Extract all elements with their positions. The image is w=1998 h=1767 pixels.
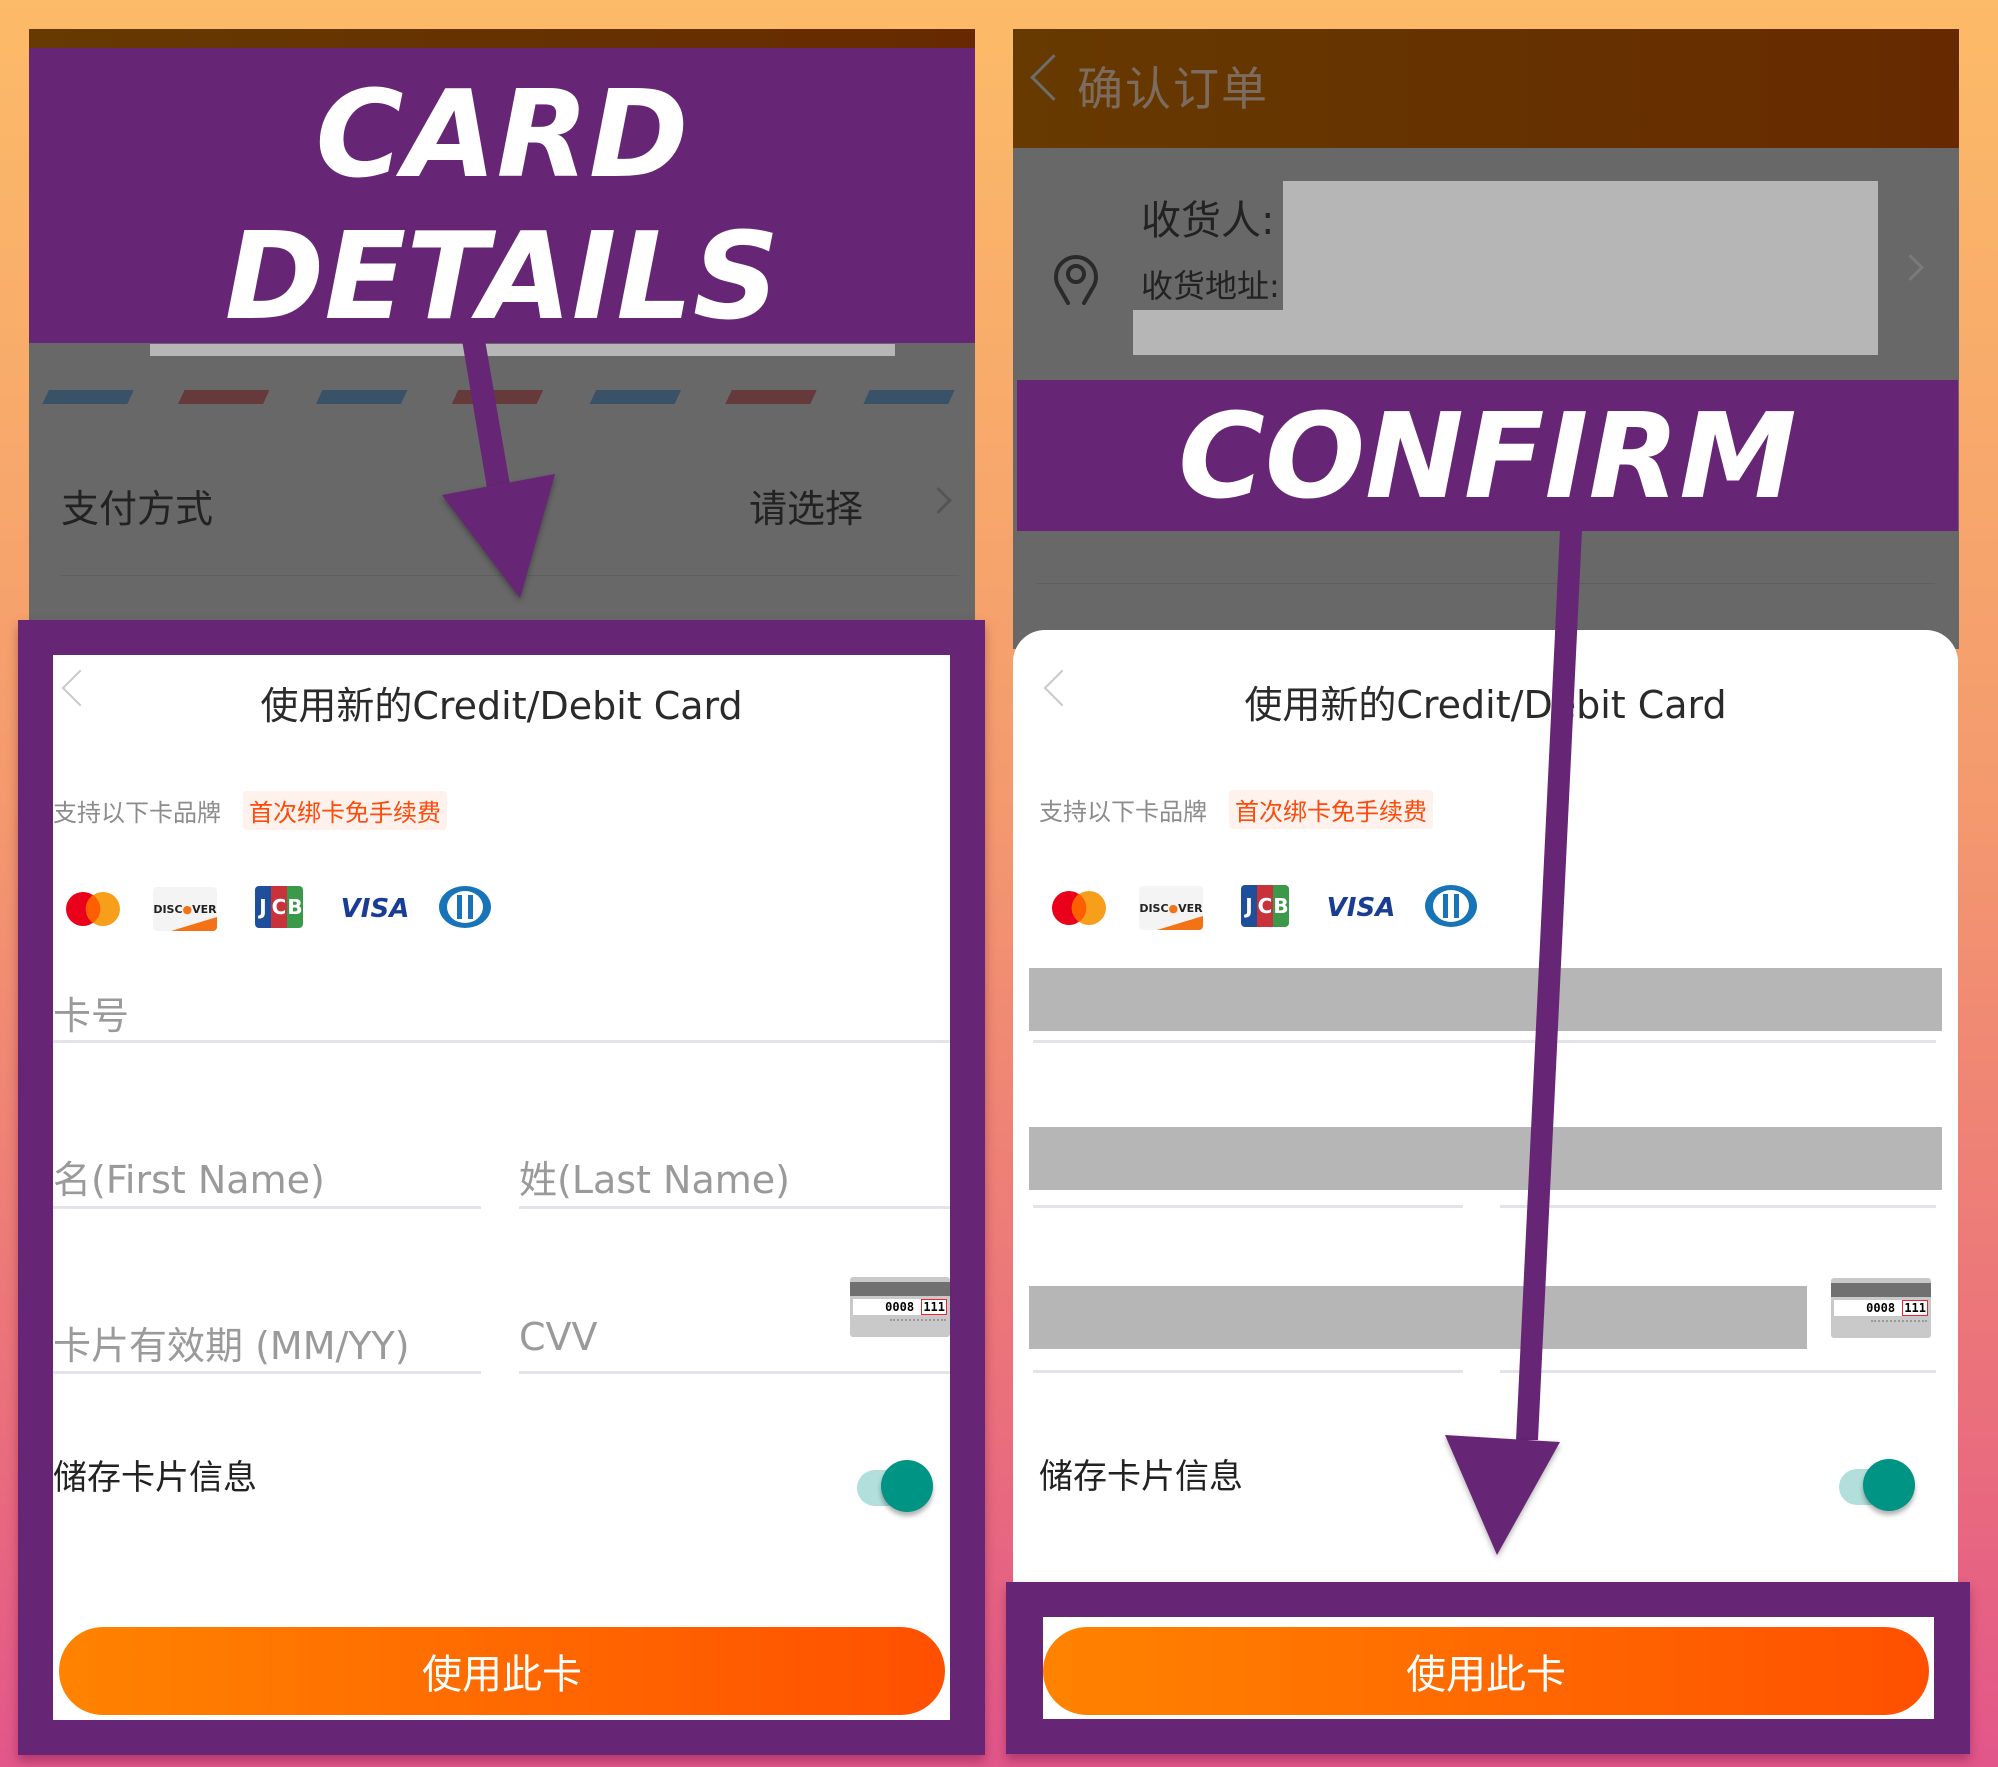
cvv-hint-code: 111 bbox=[1902, 1300, 1928, 1316]
first-name-input[interactable]: 名(First Name) bbox=[53, 1135, 481, 1205]
visa-icon: VISA bbox=[340, 894, 410, 924]
down-arrow-annotation bbox=[442, 340, 555, 598]
chevron-right-icon bbox=[1897, 254, 1924, 281]
expiry-placeholder: 卡片有效期 (MM/YY) bbox=[53, 1324, 410, 1368]
mastercard-icon bbox=[1051, 886, 1107, 930]
expiry-input-redacted[interactable] bbox=[1029, 1286, 1807, 1349]
cvv-hint-card-icon: 0008 111 bbox=[850, 1277, 950, 1337]
promo-badge: 首次绑卡免手续费 bbox=[1229, 790, 1433, 829]
order-confirm-title: 确认订单 bbox=[1077, 62, 1269, 116]
save-card-label: 储存卡片信息 bbox=[53, 1458, 257, 1498]
save-card-label: 储存卡片信息 bbox=[1039, 1457, 1243, 1497]
use-card-button[interactable]: 使用此卡 bbox=[59, 1627, 945, 1715]
card-number-placeholder: 卡号 bbox=[53, 994, 130, 1038]
banner-line-2: DETAILS bbox=[224, 208, 780, 347]
card-number-underline bbox=[53, 1040, 950, 1043]
arrow-head bbox=[442, 474, 555, 598]
arrow-head bbox=[1445, 1435, 1560, 1555]
address-label: 收货地址: bbox=[1141, 267, 1280, 305]
supported-brands-label: 支持以下卡品牌 bbox=[53, 799, 221, 827]
jcb-icon: JCB bbox=[1239, 884, 1291, 928]
jcb-icon: JCB bbox=[253, 885, 305, 929]
supported-brands-label: 支持以下卡品牌 bbox=[1039, 798, 1207, 826]
last-name-input[interactable]: 姓(Last Name) bbox=[519, 1135, 950, 1205]
confirm-banner: CONFIRM bbox=[1017, 380, 1958, 531]
arrow-shaft bbox=[462, 340, 510, 488]
save-card-toggle[interactable] bbox=[1839, 1459, 1915, 1511]
down-arrow-annotation bbox=[1445, 530, 1582, 1555]
visa-icon: VISA bbox=[1326, 893, 1396, 923]
redacted-address-info bbox=[1133, 310, 1878, 355]
cvv-hint-number: 0008 bbox=[1866, 1301, 1896, 1315]
arrow-shaft bbox=[1516, 530, 1582, 1440]
chevron-right-icon bbox=[925, 487, 952, 514]
last-name-placeholder: 姓(Last Name) bbox=[519, 1158, 790, 1202]
sheet-title: 使用新的Credit/Debit Card bbox=[260, 684, 743, 728]
first-name-underline bbox=[1033, 1205, 1463, 1208]
card-details-sheet-left: 使用新的Credit/Debit Card 支持以下卡品牌 首次绑卡免手续费 D… bbox=[53, 655, 950, 1720]
right-header-bar: 确认订单 bbox=[1013, 29, 1959, 148]
confirm-banner-text: CONFIRM bbox=[1178, 387, 1797, 525]
cvv-placeholder: CVV bbox=[519, 1315, 598, 1359]
mastercard-icon bbox=[65, 887, 121, 931]
expiry-underline bbox=[53, 1371, 481, 1374]
expiry-underline bbox=[1033, 1370, 1463, 1373]
card-number-input[interactable]: 卡号 bbox=[53, 965, 950, 1045]
banner-line-1: CARD bbox=[315, 66, 689, 205]
use-card-button[interactable]: 使用此卡 bbox=[1043, 1627, 1929, 1715]
promo-badge: 首次绑卡免手续费 bbox=[243, 791, 447, 830]
payment-method-select[interactable]: 请选择 bbox=[749, 469, 959, 531]
back-chevron-icon[interactable] bbox=[1030, 54, 1077, 101]
first-name-placeholder: 名(First Name) bbox=[53, 1158, 325, 1202]
cvv-hint-code: 111 bbox=[921, 1299, 947, 1315]
cvv-input[interactable]: CVV bbox=[519, 1295, 819, 1371]
discover-icon: DISC ● VER bbox=[153, 887, 217, 931]
expiry-input[interactable]: 卡片有效期 (MM/YY) bbox=[53, 1295, 481, 1371]
save-card-toggle[interactable] bbox=[857, 1460, 933, 1512]
location-pin-icon bbox=[1054, 255, 1098, 305]
payment-method-label: 支付方式 bbox=[61, 487, 214, 531]
recipient-label: 收货人: bbox=[1141, 198, 1275, 244]
payment-method-value: 请选择 bbox=[749, 487, 864, 531]
cvv-hint-number: 0008 bbox=[885, 1300, 915, 1314]
confirm-button-area: 使用此卡 bbox=[1043, 1617, 1934, 1719]
card-details-banner: CARD DETAILS bbox=[29, 48, 975, 347]
cvv-hint-card-icon: 0008 111 bbox=[1831, 1278, 1931, 1338]
first-name-underline bbox=[53, 1206, 481, 1209]
address-row[interactable]: 收货人: 收货地址: bbox=[1013, 148, 1959, 388]
cvv-underline bbox=[519, 1371, 950, 1374]
discover-icon: DISC ● VER bbox=[1139, 886, 1203, 930]
diners-club-icon bbox=[437, 885, 493, 929]
last-name-underline bbox=[519, 1206, 950, 1209]
